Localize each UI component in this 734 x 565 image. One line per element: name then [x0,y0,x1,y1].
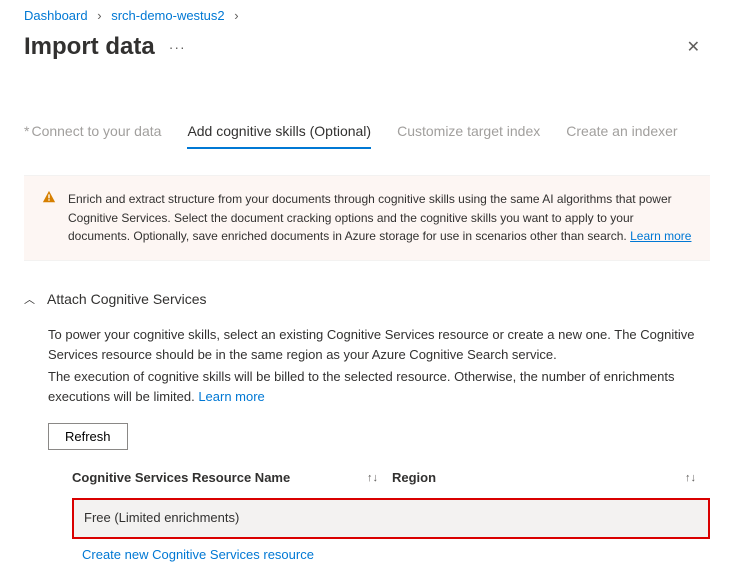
column-header-region[interactable]: Region [392,468,436,488]
section-description-2: The execution of cognitive skills will b… [48,367,710,407]
breadcrumb: Dashboard › srch-demo-westus2 › [0,0,734,27]
warning-icon [42,190,56,246]
chevron-right-icon: › [97,8,101,23]
table-row[interactable]: Free (Limited enrichments) [72,498,710,538]
info-banner: Enrich and extract structure from your d… [24,175,710,261]
chevron-up-icon: ︿ [24,291,35,307]
cell-resource-name: Free (Limited enrichments) [84,508,404,528]
tab-create-indexer[interactable]: Create an indexer [566,117,677,149]
section-learn-more-link[interactable]: Learn more [198,389,264,404]
info-learn-more-link[interactable]: Learn more [630,229,691,243]
more-icon[interactable]: ··· [169,39,186,55]
refresh-button[interactable]: Refresh [48,423,128,450]
tab-add-cognitive-skills[interactable]: Add cognitive skills (Optional) [187,117,371,149]
column-header-name[interactable]: Cognitive Services Resource Name [72,468,290,488]
sort-icon[interactable]: ↑↓ [367,470,378,487]
create-resource-link[interactable]: Create new Cognitive Services resource [82,545,710,565]
tab-label: Add cognitive skills (Optional) [187,123,371,139]
section-toggle[interactable]: ︿ Attach Cognitive Services [24,283,710,315]
section-description-1: To power your cognitive skills, select a… [48,325,710,365]
tab-label: Create an indexer [566,123,677,139]
page-header: Import data ··· ✕ [0,27,734,81]
section-body: To power your cognitive skills, select a… [24,325,710,565]
cell-region [404,508,698,528]
required-indicator: * [24,123,29,139]
tab-connect-data[interactable]: *Connect to your data [24,117,161,149]
tab-customize-index[interactable]: Customize target index [397,117,540,149]
breadcrumb-root[interactable]: Dashboard [24,8,88,23]
resources-table: Cognitive Services Resource Name ↑↓ Regi… [72,462,710,564]
page-title: Import data [24,33,155,61]
tab-label: Customize target index [397,123,540,139]
wizard-tabs: *Connect to your data Add cognitive skil… [0,117,734,149]
breadcrumb-current[interactable]: srch-demo-westus2 [111,8,224,23]
attach-cognitive-services-section: ︿ Attach Cognitive Services To power you… [0,283,734,565]
section-title: Attach Cognitive Services [47,291,207,307]
table-header: Cognitive Services Resource Name ↑↓ Regi… [72,462,710,498]
chevron-right-icon: › [234,8,238,23]
close-icon[interactable]: ✕ [677,31,710,63]
sort-icon[interactable]: ↑↓ [685,470,696,487]
info-text: Enrich and extract structure from your d… [68,190,692,246]
tab-label: Connect to your data [31,123,161,139]
